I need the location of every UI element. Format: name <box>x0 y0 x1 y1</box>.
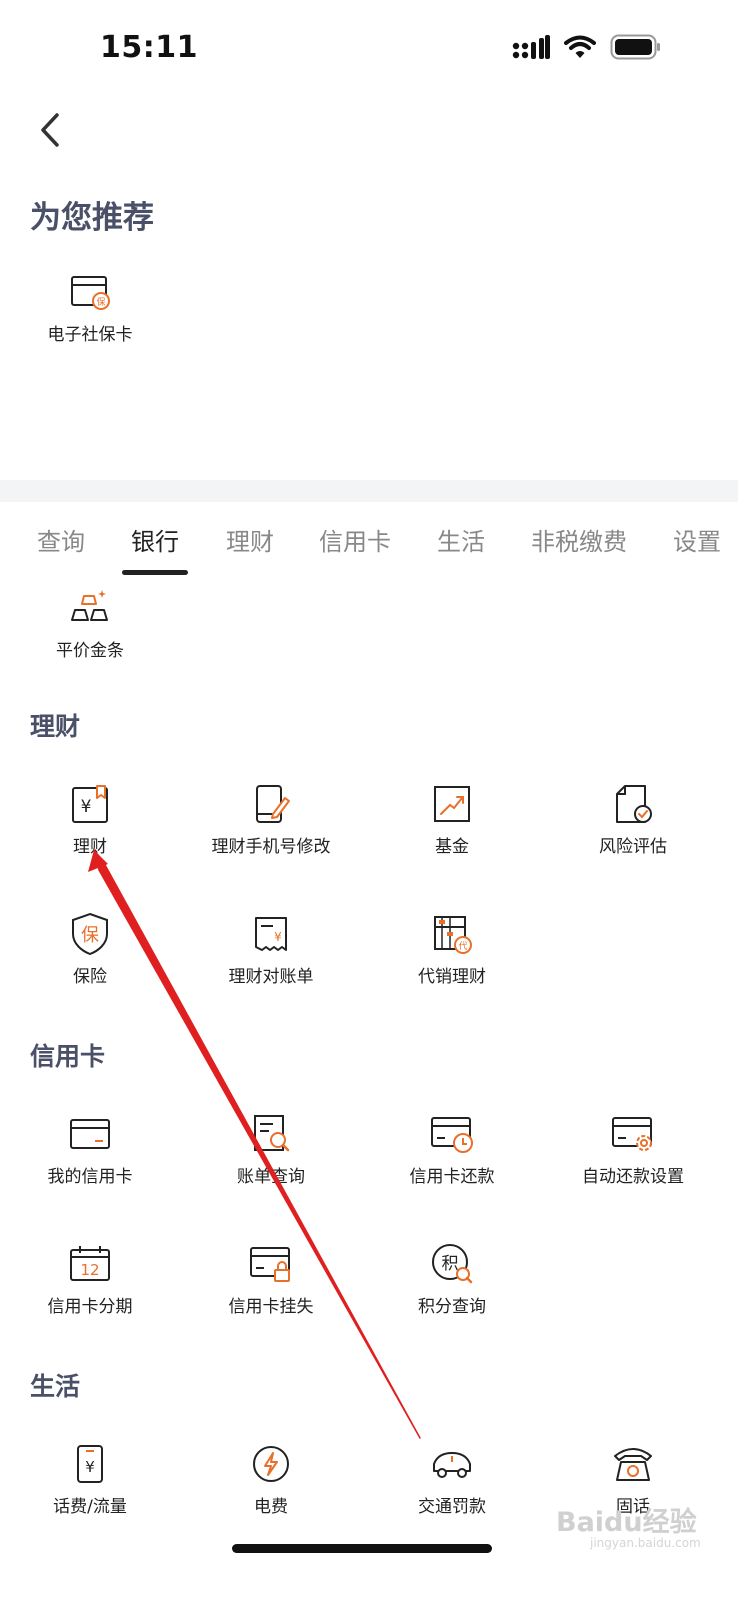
service-item-points-query[interactable]: 积 积分查询 <box>362 1242 542 1317</box>
service-item-bill-query[interactable]: 账单查询 <box>181 1112 361 1187</box>
service-item-label: 自动还款设置 <box>582 1167 684 1187</box>
points-search-icon: 积 <box>430 1242 474 1286</box>
risk-assessment-icon <box>611 782 655 826</box>
service-item-label: 保险 <box>73 967 107 987</box>
section-divider <box>0 480 738 502</box>
service-item-label: 积分查询 <box>418 1297 486 1317</box>
active-tab-indicator <box>122 570 188 575</box>
service-item-label: 风险评估 <box>599 837 667 857</box>
service-item-label: 账单查询 <box>237 1167 305 1187</box>
calendar-installment-icon: 12 <box>68 1242 112 1286</box>
gold-bar-icon <box>68 586 112 630</box>
service-item-label: 平价金条 <box>56 641 124 661</box>
car-fine-icon <box>430 1442 474 1486</box>
social-security-card-icon: 保 <box>68 270 112 314</box>
service-item-label: 理财 <box>73 837 107 857</box>
chevron-left-icon <box>41 113 59 147</box>
service-item-label: 信用卡分期 <box>47 1297 133 1317</box>
service-item-wealth-statement[interactable]: ¥ 理财对账单 <box>181 912 361 987</box>
wifi-icon <box>564 35 596 58</box>
service-item-card-installment[interactable]: 12 信用卡分期 <box>0 1242 180 1317</box>
back-button[interactable] <box>30 108 70 152</box>
landline-phone-icon <box>611 1442 655 1486</box>
service-item-label: 信用卡挂失 <box>228 1297 314 1317</box>
svg-text:¥: ¥ <box>81 797 92 817</box>
fund-chart-icon <box>430 782 474 826</box>
category-tabs: 查询 银行 理财 信用卡 生活 非税缴费 设置 <box>0 510 738 576</box>
insurance-shield-icon: 保 <box>68 912 112 956</box>
service-item-social-security-card[interactable]: 保 电子社保卡 <box>0 270 180 345</box>
card-lock-icon <box>249 1242 293 1286</box>
recommend-title: 为您推荐 <box>30 200 154 236</box>
svg-text:保: 保 <box>81 925 99 946</box>
tab-life[interactable]: 生活 <box>437 522 485 557</box>
tab-non-tax-payment[interactable]: 非税缴费 <box>531 522 627 557</box>
signal-icon <box>512 35 550 59</box>
watermark-url: jingyan.baidu.com <box>590 1536 701 1550</box>
wealth-doc-icon: ¥ <box>68 782 112 826</box>
svg-text:¥: ¥ <box>274 930 282 944</box>
svg-text:¥: ¥ <box>85 1458 95 1476</box>
tab-credit-card[interactable]: 信用卡 <box>319 522 391 557</box>
service-item-insurance[interactable]: 保 保险 <box>0 912 180 987</box>
wealth-section-title: 理财 <box>30 712 81 741</box>
service-item-traffic-fine[interactable]: 交通罚款 <box>362 1442 542 1517</box>
home-indicator[interactable] <box>232 1544 492 1553</box>
service-item-auto-repay-settings[interactable]: 自动还款设置 <box>543 1112 723 1187</box>
phone-bill-icon: ¥ <box>68 1442 112 1486</box>
service-item-card-repayment[interactable]: 信用卡还款 <box>362 1112 542 1187</box>
service-item-my-credit-card[interactable]: 我的信用卡 <box>0 1112 180 1187</box>
svg-text:12: 12 <box>80 1261 99 1279</box>
tab-bank[interactable]: 银行 <box>131 522 179 557</box>
abacus-icon: 代 <box>430 912 474 956</box>
service-item-label: 电子社保卡 <box>47 325 133 345</box>
service-item-card-loss-report[interactable]: 信用卡挂失 <box>181 1242 361 1317</box>
status-time: 15:11 <box>100 30 198 65</box>
card-repay-icon <box>430 1112 474 1156</box>
service-item-risk-assessment[interactable]: 风险评估 <box>543 782 723 857</box>
service-item-label: 电费 <box>254 1497 288 1517</box>
electricity-icon <box>249 1442 293 1486</box>
credit-section-title: 信用卡 <box>30 1042 106 1071</box>
tab-settings[interactable]: 设置 <box>673 522 721 557</box>
tab-query[interactable]: 查询 <box>37 522 85 557</box>
service-item-label: 理财对账单 <box>228 967 314 987</box>
service-item-fund[interactable]: 基金 <box>362 782 542 857</box>
phone-edit-icon <box>249 782 293 826</box>
svg-text:代: 代 <box>458 941 467 952</box>
statement-receipt-icon: ¥ <box>249 912 293 956</box>
service-item-electricity[interactable]: 电费 <box>181 1442 361 1517</box>
service-item-label: 代销理财 <box>418 967 486 987</box>
status-icons <box>512 34 662 60</box>
life-section-title: 生活 <box>30 1372 81 1401</box>
service-item-label: 基金 <box>435 837 469 857</box>
tab-wealth[interactable]: 理财 <box>226 522 274 557</box>
battery-icon <box>610 34 660 60</box>
service-item-wealth-phone-edit[interactable]: 理财手机号修改 <box>181 782 361 857</box>
svg-text:保: 保 <box>96 296 105 308</box>
status-bar: 15:11 <box>0 0 738 100</box>
service-item-label: 交通罚款 <box>418 1497 486 1517</box>
service-item-phone-bill[interactable]: ¥ 话费/流量 <box>0 1442 180 1517</box>
service-item-label: 理财手机号修改 <box>211 837 331 857</box>
svg-text:积: 积 <box>442 1254 459 1274</box>
bill-search-icon <box>249 1112 293 1156</box>
service-item-wealth[interactable]: ¥ 理财 <box>0 782 180 857</box>
card-settings-icon <box>611 1112 655 1156</box>
service-item-agency-wealth[interactable]: 代 代销理财 <box>362 912 542 987</box>
watermark-logo: Baidu经验 <box>556 1507 697 1538</box>
service-item-label: 话费/流量 <box>53 1497 127 1517</box>
service-item-label: 信用卡还款 <box>409 1167 495 1187</box>
service-item-label: 我的信用卡 <box>47 1167 133 1187</box>
credit-card-icon <box>68 1112 112 1156</box>
service-item-gold-bar[interactable]: 平价金条 <box>0 586 180 661</box>
